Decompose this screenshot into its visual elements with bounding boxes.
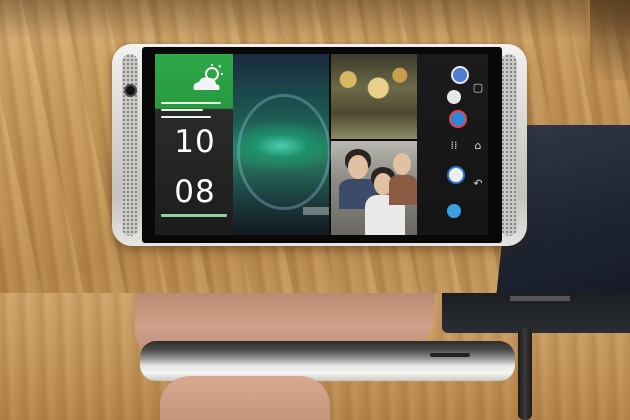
person-face (348, 155, 368, 179)
clock-hours: 10 (174, 124, 216, 160)
news-photo-tile[interactable] (233, 54, 331, 235)
person-shirt (389, 175, 417, 205)
navigation-panel: ▢ ⁞⁞ ⌂ ↶ (417, 54, 488, 235)
grid-icon[interactable]: ⁞⁞ (447, 140, 461, 152)
photo-tile-crowd[interactable] (331, 54, 417, 139)
app-icon[interactable] (447, 204, 461, 218)
photo-phone-front: 10 08 ▢ ⁞⁞ ⌂ ↶ (0, 0, 630, 293)
weather-text-line (161, 116, 211, 118)
app-icon[interactable] (449, 110, 467, 128)
phone-screen: 10 08 ▢ ⁞⁞ ⌂ ↶ (142, 47, 502, 243)
app-icon[interactable] (451, 66, 469, 84)
photo-tile-people[interactable] (331, 141, 417, 235)
speaker-grille-right (501, 54, 517, 236)
tile-caption (303, 207, 329, 215)
app-icon[interactable] (447, 90, 461, 104)
stadium-ring (237, 94, 331, 210)
weather-cloud-sun-icon (188, 64, 226, 96)
photo-phone-side (0, 293, 630, 420)
speaker-grille-left (122, 54, 138, 236)
back-icon[interactable]: ↶ (471, 178, 485, 190)
person-face (393, 153, 411, 175)
home-icon[interactable]: ⌂ (471, 140, 485, 152)
phone-front: 10 08 ▢ ⁞⁞ ⌂ ↶ (112, 44, 527, 246)
weather-text-line (161, 109, 203, 111)
usb-cable (518, 328, 532, 420)
clock-minutes: 08 (174, 174, 216, 210)
front-camera (126, 86, 135, 95)
side-button (430, 353, 470, 357)
app-icon[interactable] (447, 166, 465, 184)
device-label (510, 296, 570, 301)
clock-weather-widget[interactable]: 10 08 (155, 54, 233, 235)
recent-apps-icon[interactable]: ▢ (471, 82, 485, 94)
table-shadow (0, 0, 630, 40)
weather-text-line (161, 102, 221, 104)
date-text-line (161, 214, 227, 217)
phone-side-profile (140, 341, 515, 381)
display-area: 10 08 ▢ ⁞⁞ ⌂ ↶ (155, 54, 488, 235)
table-edge (590, 0, 630, 80)
finger (160, 376, 330, 420)
